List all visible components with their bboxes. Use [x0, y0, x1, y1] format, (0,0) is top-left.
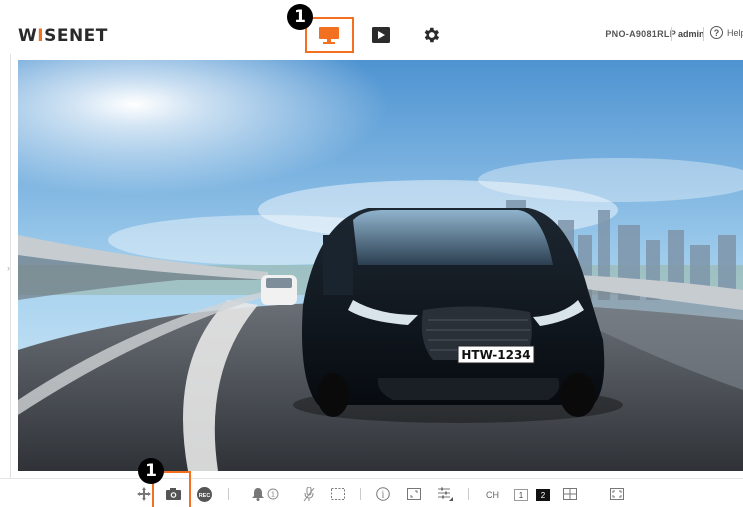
ptz-button[interactable]	[135, 486, 153, 502]
callout-badge-top: 1	[287, 4, 313, 30]
fit-screen-button[interactable]	[405, 486, 423, 502]
callout-badge-bottom: 1	[138, 458, 164, 484]
bottom-toolbar: REC 1 i CH 1 2	[0, 478, 743, 507]
brand-logo: WISENET	[18, 26, 108, 46]
area-zoom-button[interactable]	[329, 486, 347, 502]
setup-button[interactable]	[418, 22, 444, 48]
fullscreen-icon	[610, 488, 624, 500]
grid-icon	[563, 488, 577, 500]
camera-scene-image: HTW-1234	[18, 60, 743, 471]
record-button[interactable]: REC	[195, 486, 213, 502]
page: WISENET 1 PNO-A9081RLP admin ? Hel › HTW…	[0, 0, 743, 507]
help-icon: ?	[710, 26, 723, 39]
help-button[interactable]: ? Help	[710, 26, 743, 39]
header-divider	[703, 27, 704, 41]
channel-2-button[interactable]: 2	[536, 489, 550, 501]
side-panel-toggle[interactable]: ›	[7, 263, 10, 273]
svg-text:REC: REC	[198, 492, 210, 498]
alarm-count-badge: 1	[267, 488, 278, 500]
info-button[interactable]: i	[374, 486, 392, 502]
fit-screen-icon	[407, 488, 421, 500]
alarm-button[interactable]: 1	[248, 486, 282, 502]
play-icon	[372, 27, 390, 43]
header: WISENET 1 PNO-A9081RLP admin ? Hel	[0, 0, 743, 54]
svg-text:1: 1	[271, 492, 275, 499]
license-plate-text: HTW-1234	[461, 348, 530, 362]
gear-icon	[424, 27, 440, 43]
channel-label: CH	[486, 490, 499, 500]
help-label: Help	[727, 27, 743, 38]
rec-icon: REC	[196, 486, 212, 502]
move-arrows-icon	[137, 487, 151, 501]
fullscreen-button[interactable]	[608, 486, 626, 502]
split-view-button[interactable]	[561, 486, 579, 502]
profile-settings-button[interactable]	[436, 486, 454, 502]
bell-icon	[251, 487, 264, 501]
mic-button[interactable]	[300, 486, 318, 502]
dashed-square-icon	[331, 488, 345, 500]
svg-text:i: i	[382, 491, 385, 501]
info-icon: i	[376, 487, 390, 501]
user-menu[interactable]: admin	[678, 29, 705, 39]
live-video[interactable]: HTW-1234	[18, 60, 743, 471]
sliders-icon	[437, 487, 453, 501]
toolbar-divider	[360, 488, 361, 500]
mic-muted-icon	[303, 486, 315, 501]
playback-button[interactable]	[368, 22, 394, 48]
header-divider	[671, 27, 672, 41]
toolbar-divider	[228, 488, 229, 500]
channel-1-button[interactable]: 1	[514, 489, 528, 501]
callout-highlight-top	[305, 17, 354, 53]
device-name: PNO-A9081RLP	[605, 29, 676, 39]
toolbar-divider	[468, 488, 469, 500]
background-car	[261, 275, 297, 305]
